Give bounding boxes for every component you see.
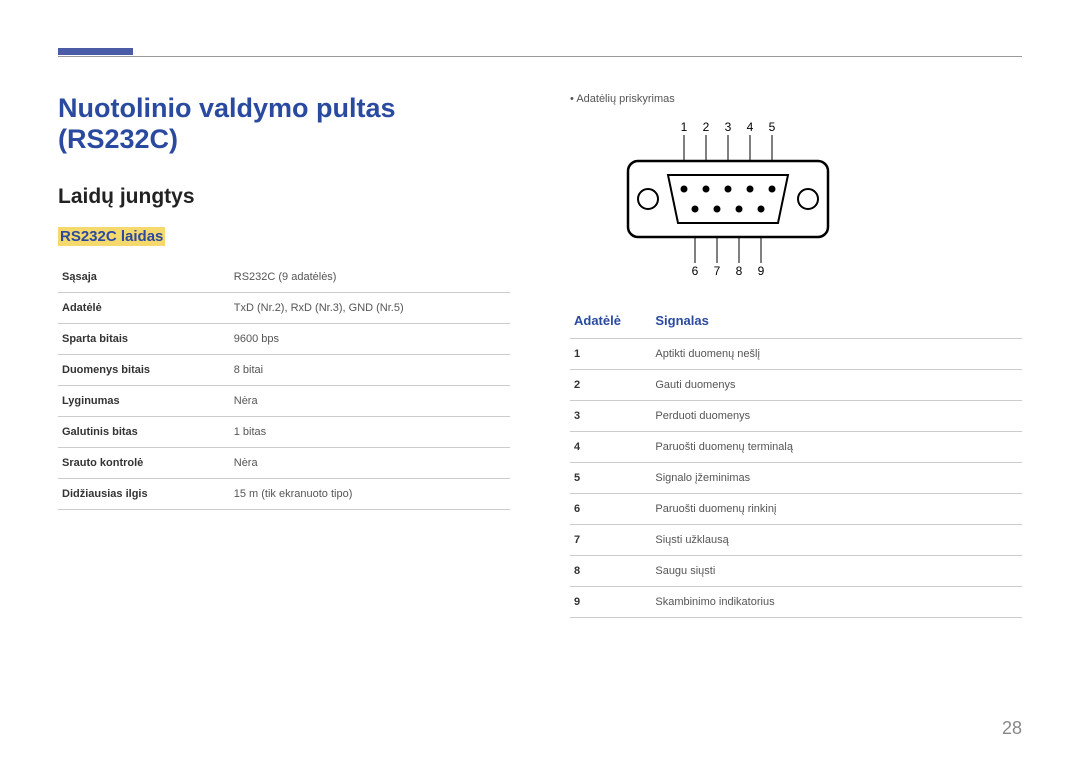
pin-table: Adatėlė Signalas 1Aptikti duomenų nešlį … bbox=[570, 307, 1022, 618]
spec-label: Sparta bitais bbox=[58, 324, 230, 355]
spec-label: Lyginumas bbox=[58, 386, 230, 417]
pin-num: 2 bbox=[570, 370, 651, 401]
table-row: 3Perduoti duomenys bbox=[570, 401, 1022, 432]
svg-text:4: 4 bbox=[747, 120, 754, 134]
spec-label: Galutinis bitas bbox=[58, 417, 230, 448]
spec-label: Srauto kontrolė bbox=[58, 448, 230, 479]
table-header-row: Adatėlė Signalas bbox=[570, 307, 1022, 339]
pin-num: 4 bbox=[570, 432, 651, 463]
pin-note: Adatėlių priskyrimas bbox=[570, 93, 1022, 105]
table-row: Duomenys bitais8 bitai bbox=[58, 355, 510, 386]
subsection-heading: RS232C laidas bbox=[58, 227, 165, 246]
pin-sig: Paruošti duomenų rinkinį bbox=[651, 494, 1022, 525]
page-number: 28 bbox=[1002, 718, 1022, 739]
spec-value: 1 bitas bbox=[230, 417, 510, 448]
spec-value: Nėra bbox=[230, 386, 510, 417]
svg-text:5: 5 bbox=[769, 120, 776, 134]
svg-text:1: 1 bbox=[681, 120, 688, 134]
pin-sig: Paruošti duomenų terminalą bbox=[651, 432, 1022, 463]
spec-label: Sąsaja bbox=[58, 262, 230, 293]
spec-value: Nėra bbox=[230, 448, 510, 479]
pin-sig: Skambinimo indikatorius bbox=[651, 587, 1022, 618]
pin-num: 1 bbox=[570, 339, 651, 370]
section-heading: Laidų jungtys bbox=[58, 185, 510, 209]
header-accent bbox=[58, 48, 133, 55]
db9-diagram: 1 2 3 4 5 6 7 8 9 bbox=[570, 119, 1022, 279]
pin-sig: Saugu siųsti bbox=[651, 556, 1022, 587]
right-column: Adatėlių priskyrimas 1 2 3 4 5 6 7 8 9 bbox=[570, 93, 1022, 618]
svg-text:9: 9 bbox=[758, 264, 765, 278]
pin-sig: Signalo įžeminimas bbox=[651, 463, 1022, 494]
svg-text:7: 7 bbox=[714, 264, 721, 278]
svg-text:8: 8 bbox=[736, 264, 743, 278]
table-row: Didžiausias ilgis15 m (tik ekranuoto tip… bbox=[58, 479, 510, 510]
table-row: 1Aptikti duomenų nešlį bbox=[570, 339, 1022, 370]
table-row: LyginumasNėra bbox=[58, 386, 510, 417]
spec-table: SąsajaRS232C (9 adatėlės) AdatėlėTxD (Nr… bbox=[58, 262, 510, 510]
pin-num: 9 bbox=[570, 587, 651, 618]
page-body: Nuotolinio valdymo pultas (RS232C) Laidų… bbox=[58, 93, 1022, 618]
spec-value: RS232C (9 adatėlės) bbox=[230, 262, 510, 293]
svg-text:2: 2 bbox=[703, 120, 710, 134]
table-row: 6Paruošti duomenų rinkinį bbox=[570, 494, 1022, 525]
svg-text:3: 3 bbox=[725, 120, 732, 134]
db9-connector-icon: 1 2 3 4 5 6 7 8 9 bbox=[608, 119, 868, 279]
spec-label: Adatėlė bbox=[58, 293, 230, 324]
table-row: Sparta bitais9600 bps bbox=[58, 324, 510, 355]
pin-num: 5 bbox=[570, 463, 651, 494]
spec-value: 9600 bps bbox=[230, 324, 510, 355]
table-row: 2Gauti duomenys bbox=[570, 370, 1022, 401]
table-row: 7Siųsti užklausą bbox=[570, 525, 1022, 556]
pin-header-a: Adatėlė bbox=[570, 307, 651, 339]
spec-value: 15 m (tik ekranuoto tipo) bbox=[230, 479, 510, 510]
pin-sig: Aptikti duomenų nešlį bbox=[651, 339, 1022, 370]
pin-num: 7 bbox=[570, 525, 651, 556]
pin-num: 3 bbox=[570, 401, 651, 432]
table-row: 5Signalo įžeminimas bbox=[570, 463, 1022, 494]
table-row: 4Paruošti duomenų terminalą bbox=[570, 432, 1022, 463]
table-row: Srauto kontrolėNėra bbox=[58, 448, 510, 479]
left-column: Nuotolinio valdymo pultas (RS232C) Laidų… bbox=[58, 93, 510, 618]
spec-value: 8 bitai bbox=[230, 355, 510, 386]
pin-sig: Perduoti duomenys bbox=[651, 401, 1022, 432]
spec-value: TxD (Nr.2), RxD (Nr.3), GND (Nr.5) bbox=[230, 293, 510, 324]
spec-label: Didžiausias ilgis bbox=[58, 479, 230, 510]
table-row: SąsajaRS232C (9 adatėlės) bbox=[58, 262, 510, 293]
table-row: 9Skambinimo indikatorius bbox=[570, 587, 1022, 618]
pin-num: 8 bbox=[570, 556, 651, 587]
table-row: Galutinis bitas1 bitas bbox=[58, 417, 510, 448]
header-rule bbox=[58, 56, 1022, 57]
spec-label: Duomenys bitais bbox=[58, 355, 230, 386]
table-row: 8Saugu siųsti bbox=[570, 556, 1022, 587]
svg-text:6: 6 bbox=[692, 264, 699, 278]
table-row: AdatėlėTxD (Nr.2), RxD (Nr.3), GND (Nr.5… bbox=[58, 293, 510, 324]
pin-header-b: Signalas bbox=[651, 307, 1022, 339]
pin-sig: Gauti duomenys bbox=[651, 370, 1022, 401]
pin-sig: Siųsti užklausą bbox=[651, 525, 1022, 556]
page-title: Nuotolinio valdymo pultas (RS232C) bbox=[58, 93, 510, 155]
pin-num: 6 bbox=[570, 494, 651, 525]
